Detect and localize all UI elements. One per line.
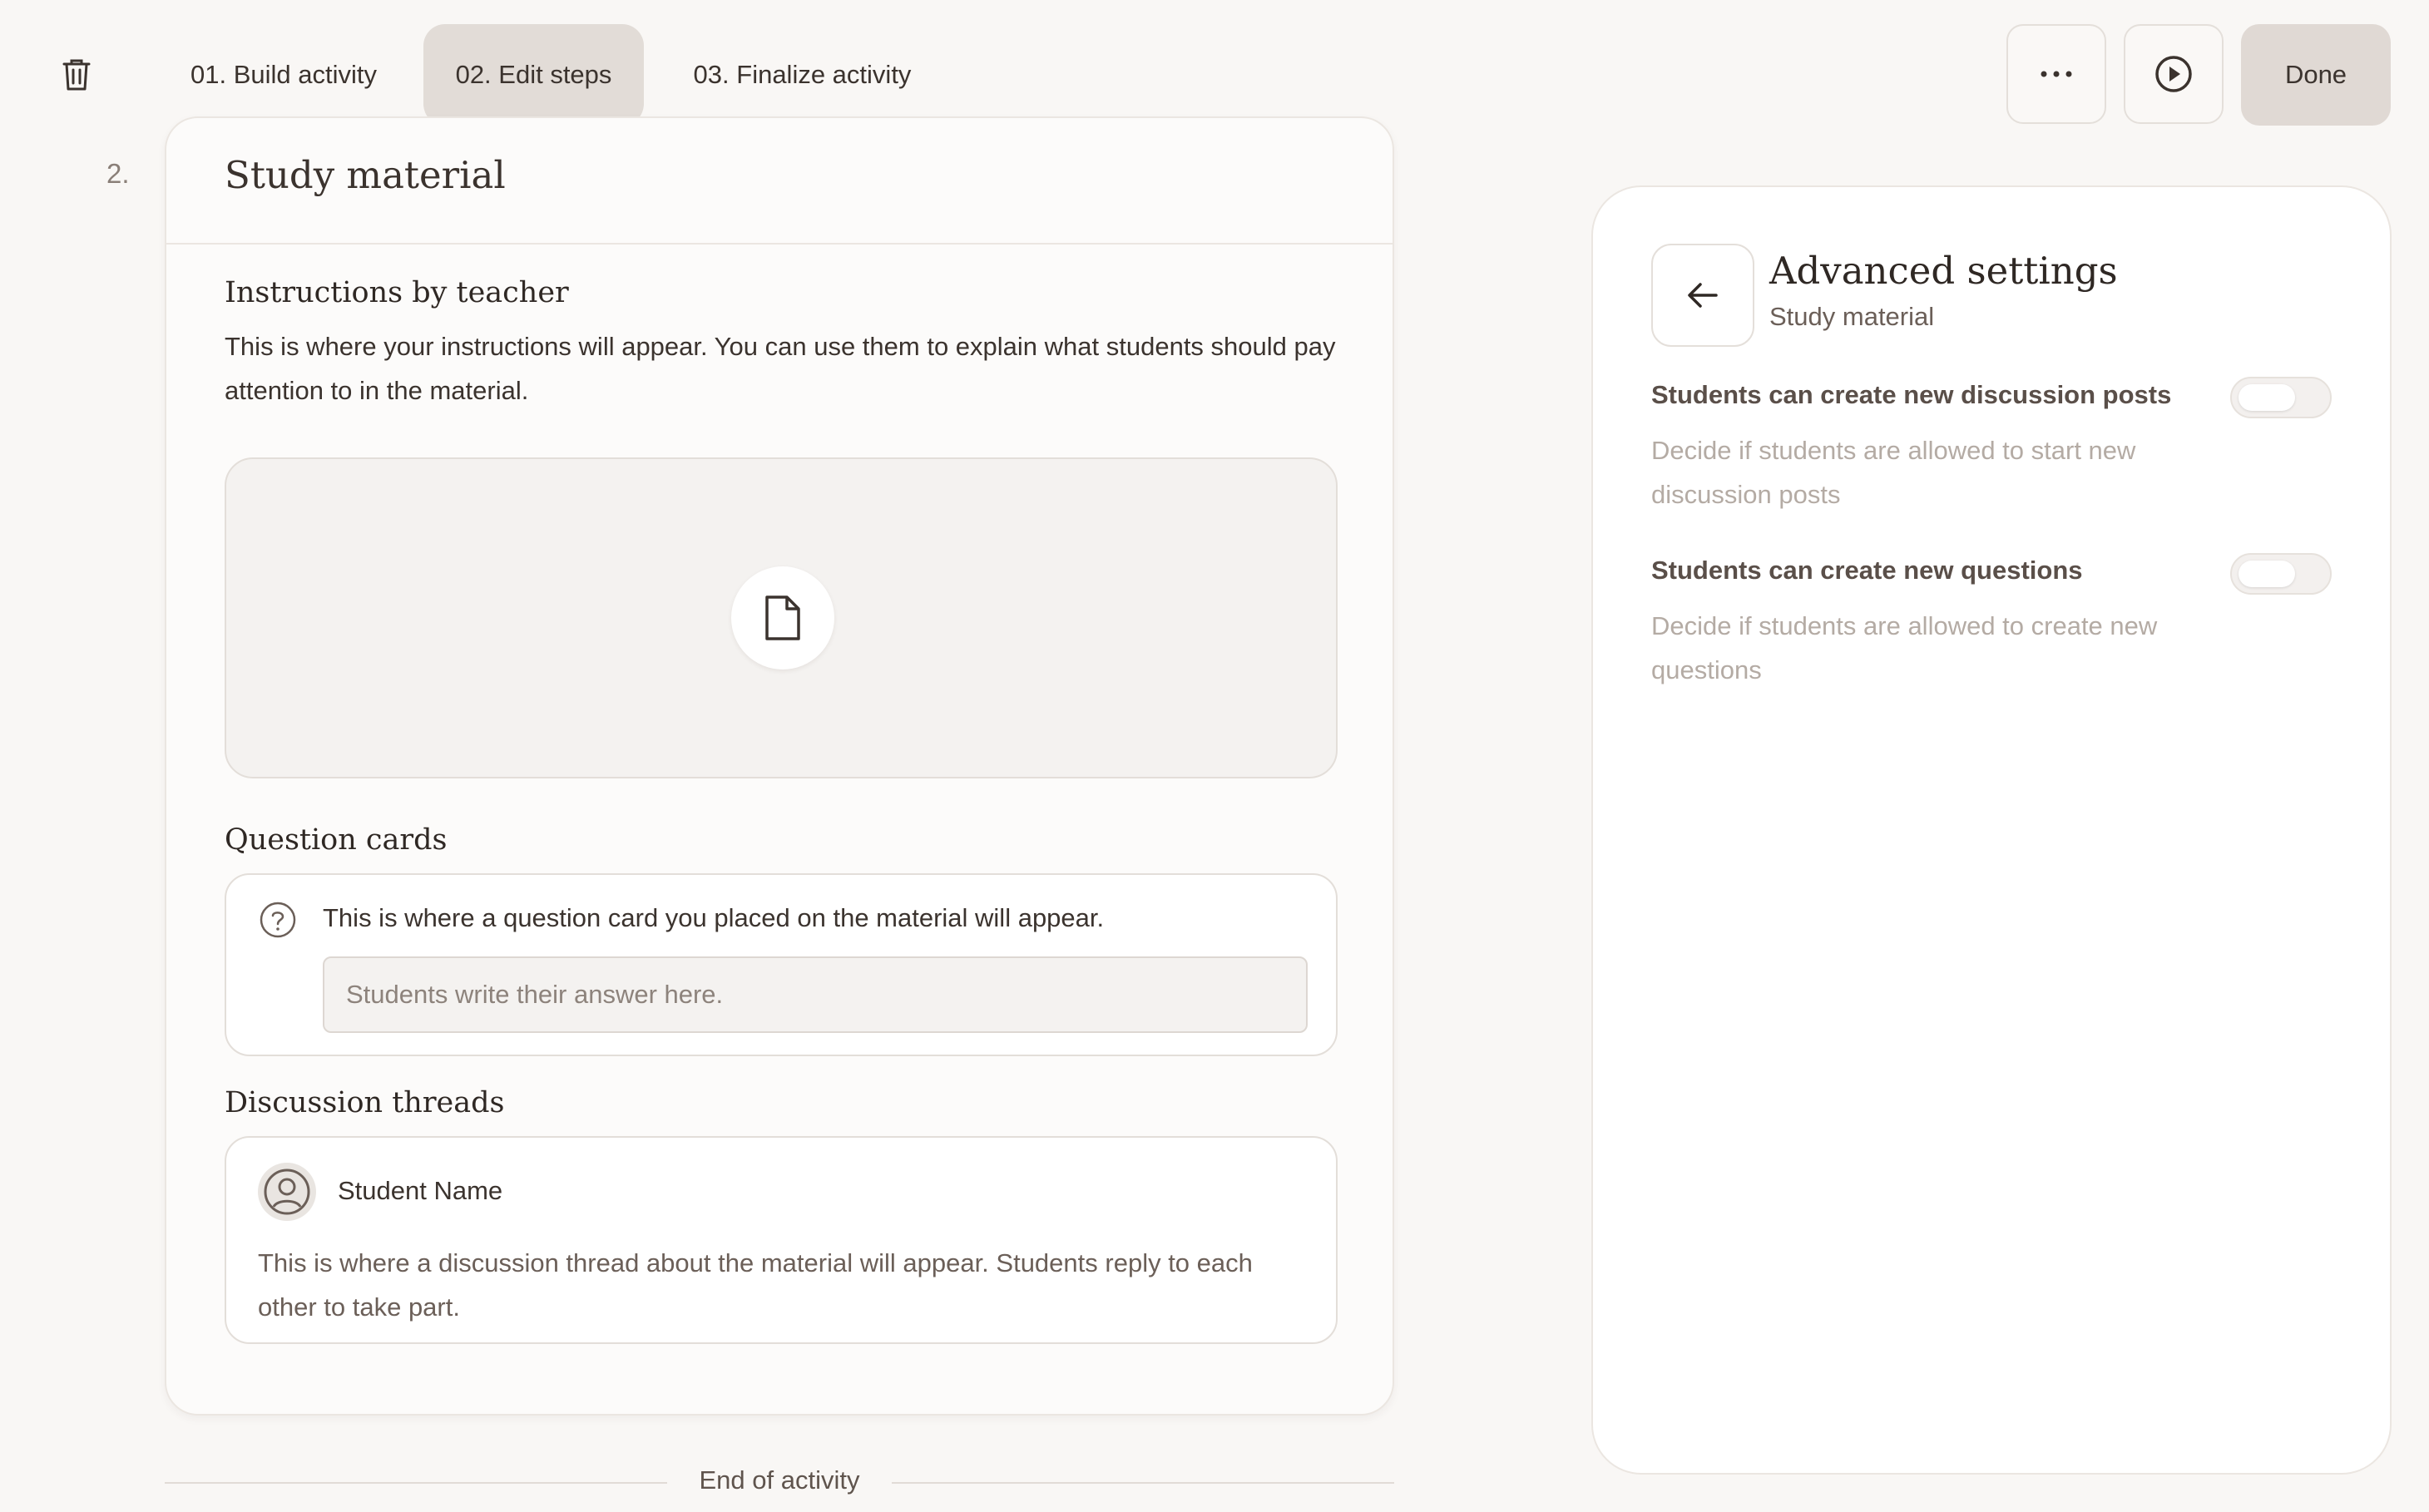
discussion-threads-heading: Discussion threads [225, 1086, 505, 1119]
play-icon [2155, 56, 2192, 92]
more-options-button[interactable] [2006, 24, 2106, 124]
step-number: 2. [106, 158, 130, 189]
question-circle-icon [258, 900, 298, 940]
end-of-activity-label: End of activity [699, 1465, 860, 1495]
setting-description-discussion-posts: Decide if students are allowed to start … [1651, 436, 2136, 509]
settings-subtitle: Study material [1769, 302, 1935, 331]
tab-edit-steps[interactable]: 02. Edit steps [423, 24, 644, 126]
user-icon [264, 1169, 310, 1215]
file-icon-badge [731, 566, 834, 670]
more-icon [2041, 71, 2072, 77]
instructions-text: This is where your instructions will app… [225, 332, 1336, 405]
setting-label-questions: Students can create new questions [1651, 556, 2083, 585]
arrow-left-icon [1688, 283, 1718, 308]
student-name: Student Name [338, 1176, 503, 1205]
discussion-thread-card: Student Name This is where a discussion … [225, 1136, 1338, 1344]
end-divider-left [165, 1482, 667, 1484]
tab-finalize-activity[interactable]: 03. Finalize activity [663, 24, 942, 126]
toggle-knob [2239, 384, 2295, 411]
tab-build-activity[interactable]: 01. Build activity [163, 24, 404, 126]
question-card: This is where a question card you placed… [225, 873, 1338, 1056]
step-card: Study material Instructions by teacher T… [165, 116, 1394, 1416]
trash-icon [62, 59, 91, 91]
question-text: This is where a question card you placed… [323, 903, 1105, 932]
toggle-questions[interactable] [2230, 553, 2332, 595]
instructions-heading: Instructions by teacher [225, 276, 569, 309]
step-title: Study material [225, 153, 506, 197]
step-divider [166, 243, 1393, 245]
toggle-discussion-posts[interactable] [2230, 377, 2332, 418]
question-cards-heading: Question cards [225, 823, 448, 857]
material-preview[interactable] [225, 457, 1338, 778]
top-bar: 01. Build activity 02. Edit steps 03. Fi… [0, 0, 2429, 126]
setting-label-discussion-posts: Students can create new discussion posts [1651, 380, 2172, 409]
setting-description-questions: Decide if students are allowed to create… [1651, 611, 2158, 684]
advanced-settings-panel: Advanced settings Study material Student… [1591, 185, 2392, 1475]
delete-button[interactable] [52, 50, 101, 100]
avatar [258, 1163, 316, 1221]
answer-input[interactable] [323, 956, 1308, 1033]
file-icon [765, 595, 800, 640]
settings-title: Advanced settings [1769, 249, 2118, 293]
done-button[interactable]: Done [2241, 24, 2391, 126]
discussion-text: This is where a discussion thread about … [258, 1248, 1253, 1322]
back-button[interactable] [1651, 244, 1754, 347]
preview-button[interactable] [2124, 24, 2224, 124]
toggle-knob [2239, 561, 2295, 587]
end-divider-right [892, 1482, 1394, 1484]
